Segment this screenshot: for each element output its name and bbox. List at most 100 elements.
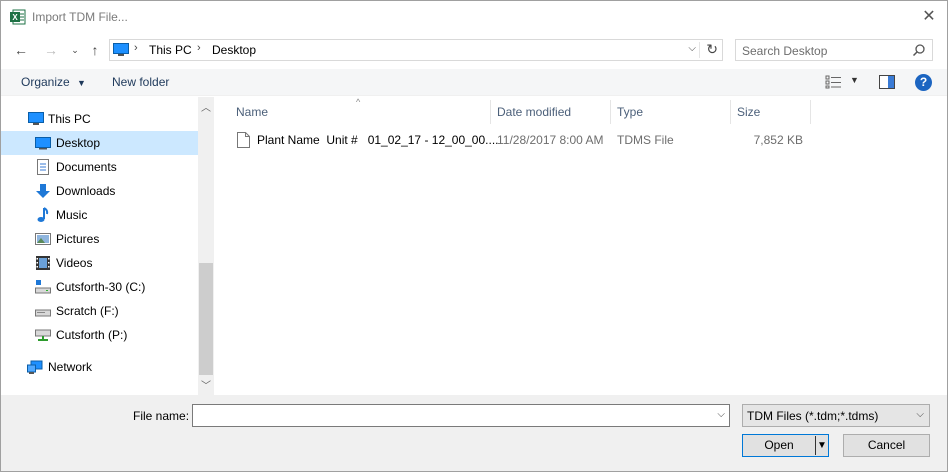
navigation-pane: This PC Desktop Documents Downloads Musi… [1,97,214,395]
nav-item-label: Scratch (F:) [56,304,119,318]
cancel-button[interactable]: Cancel [843,434,930,457]
file-type-filter[interactable]: TDM Files (*.tdm;*.tdms) ⌵ [742,404,930,427]
search-box[interactable]: Search Desktop [735,39,933,61]
file-size: 7,852 KB [753,133,803,147]
downloads-icon [36,184,50,198]
nav-item-drive-p[interactable]: Cutsforth (P:) [1,323,198,347]
file-row[interactable]: Plant Name Unit # 01_02_17 - 12_00_00...… [232,129,812,151]
up-button[interactable]: ↑ [85,40,105,60]
column-header-date[interactable]: Date modified [497,105,571,119]
divider [815,436,816,455]
nav-item-drive-c[interactable]: Cutsforth-30 (C:) [1,275,198,299]
arrow-up-icon: ↑ [91,42,99,58]
command-bar: Organize ▼ New folder ▼ ? [1,69,947,96]
column-divider[interactable] [730,100,731,124]
organize-button[interactable]: Organize ▼ [21,75,86,89]
search-input[interactable]: Search Desktop [742,44,827,58]
nav-item-videos[interactable]: Videos [1,251,198,275]
open-button-label: Open [764,438,794,452]
nav-item-documents[interactable]: Documents [1,155,198,179]
nav-item-label: Desktop [56,136,101,150]
help-button[interactable]: ? [915,74,932,91]
nav-item-label: Pictures [56,232,100,246]
file-name-input[interactable]: ⌵ [192,404,730,427]
chevron-up-icon: ︿ [201,103,211,114]
navigation-bar: ← → ⌄ ↑ › This PC › Desktop ⌵ ↻ Search D… [1,37,947,63]
nav-item-label: Cutsforth (P:) [56,328,128,342]
drive-icon [35,280,51,294]
nav-item-pictures[interactable]: Pictures [1,227,198,251]
nav-item-network[interactable]: Network [1,355,198,379]
caret-down-icon[interactable]: ▼ [850,75,859,85]
breadcrumb-separator: › [197,42,201,54]
column-divider[interactable] [610,100,611,124]
forward-button[interactable]: → [41,40,61,60]
preview-pane-icon[interactable] [879,75,895,89]
nav-item-music[interactable]: Music [1,203,198,227]
address-bar[interactable]: › This PC › Desktop ⌵ ↻ [109,39,723,61]
refresh-icon[interactable]: ↻ [706,41,718,58]
open-button[interactable]: Open ▼ [742,434,829,457]
import-dialog: X Import TDM File... ✕ ← → ⌄ ↑ › This PC… [0,0,948,472]
documents-icon [37,159,49,175]
chevron-down-icon: ⌄ [71,45,79,55]
column-header-type[interactable]: Type [617,105,643,119]
arrow-left-icon: ← [14,42,28,58]
column-divider[interactable] [490,100,491,124]
organize-label: Organize [21,75,70,89]
nav-item-label: Downloads [56,184,116,198]
arrow-right-icon: → [44,42,58,58]
column-header-size[interactable]: Size [737,105,760,119]
breadcrumb-separator: › [134,42,138,54]
pictures-icon [35,233,51,245]
file-list: ^ Name Date modified Type Size Plant Nam… [216,97,947,395]
back-button[interactable]: ← [11,40,31,60]
music-icon [37,207,49,222]
bottom-panel: File name: ⌵ TDM Files (*.tdm;*.tdms) ⌵ … [1,395,947,471]
divider [699,42,700,58]
scroll-up-button[interactable]: ︿ [198,99,214,115]
excel-icon: X [10,9,26,25]
nav-item-label: Music [56,208,88,222]
computer-icon [28,112,44,125]
nav-scrollbar[interactable]: ︿ ﹀ [198,97,214,395]
file-icon [237,132,250,148]
close-button[interactable]: ✕ [917,5,941,29]
drive-icon [35,309,51,317]
chevron-down-icon[interactable]: ⌵ [717,409,725,420]
title-bar: X Import TDM File... ✕ [1,1,947,33]
nav-item-label: Documents [56,160,117,174]
caret-down-icon[interactable]: ▼ [817,435,827,456]
network-drive-icon [35,329,51,341]
network-icon [27,360,43,374]
breadcrumb-desktop[interactable]: Desktop [212,43,256,57]
nav-item-desktop[interactable]: Desktop [1,131,198,155]
chevron-down-icon: ⌵ [916,409,924,420]
new-folder-button[interactable]: New folder [112,75,169,89]
caret-down-icon: ▼ [77,78,86,88]
nav-item-label: Network [48,360,93,374]
address-dropdown[interactable]: ⌵ [688,43,696,54]
column-divider[interactable] [810,100,811,124]
breadcrumb-this-pc[interactable]: This PC [149,43,192,57]
scroll-thumb[interactable] [199,263,213,375]
sort-ascending-icon: ^ [356,97,361,107]
file-name: Plant Name Unit # 01_02_17 - 12_00_00...… [257,133,499,147]
view-options-icon[interactable] [825,75,843,89]
chevron-down-icon: ﹀ [201,381,211,392]
file-type: TDMS File [617,133,674,147]
file-date: 11/28/2017 8:00 AM [497,133,604,147]
desktop-icon [35,137,51,150]
nav-item-drive-f[interactable]: Scratch (F:) [1,299,198,323]
scroll-down-button[interactable]: ﹀ [198,377,214,393]
window-title: Import TDM File... [32,10,128,24]
file-type-filter-value: TDM Files (*.tdm;*.tdms) [747,409,879,423]
nav-item-downloads[interactable]: Downloads [1,179,198,203]
column-header-name[interactable]: Name [236,105,268,119]
svg-text:X: X [12,13,18,22]
search-icon [912,44,925,57]
nav-item-label: This PC [48,112,91,126]
recent-locations-button[interactable]: ⌄ [65,40,85,60]
close-icon: ✕ [922,8,936,25]
nav-item-this-pc[interactable]: This PC [1,107,198,131]
